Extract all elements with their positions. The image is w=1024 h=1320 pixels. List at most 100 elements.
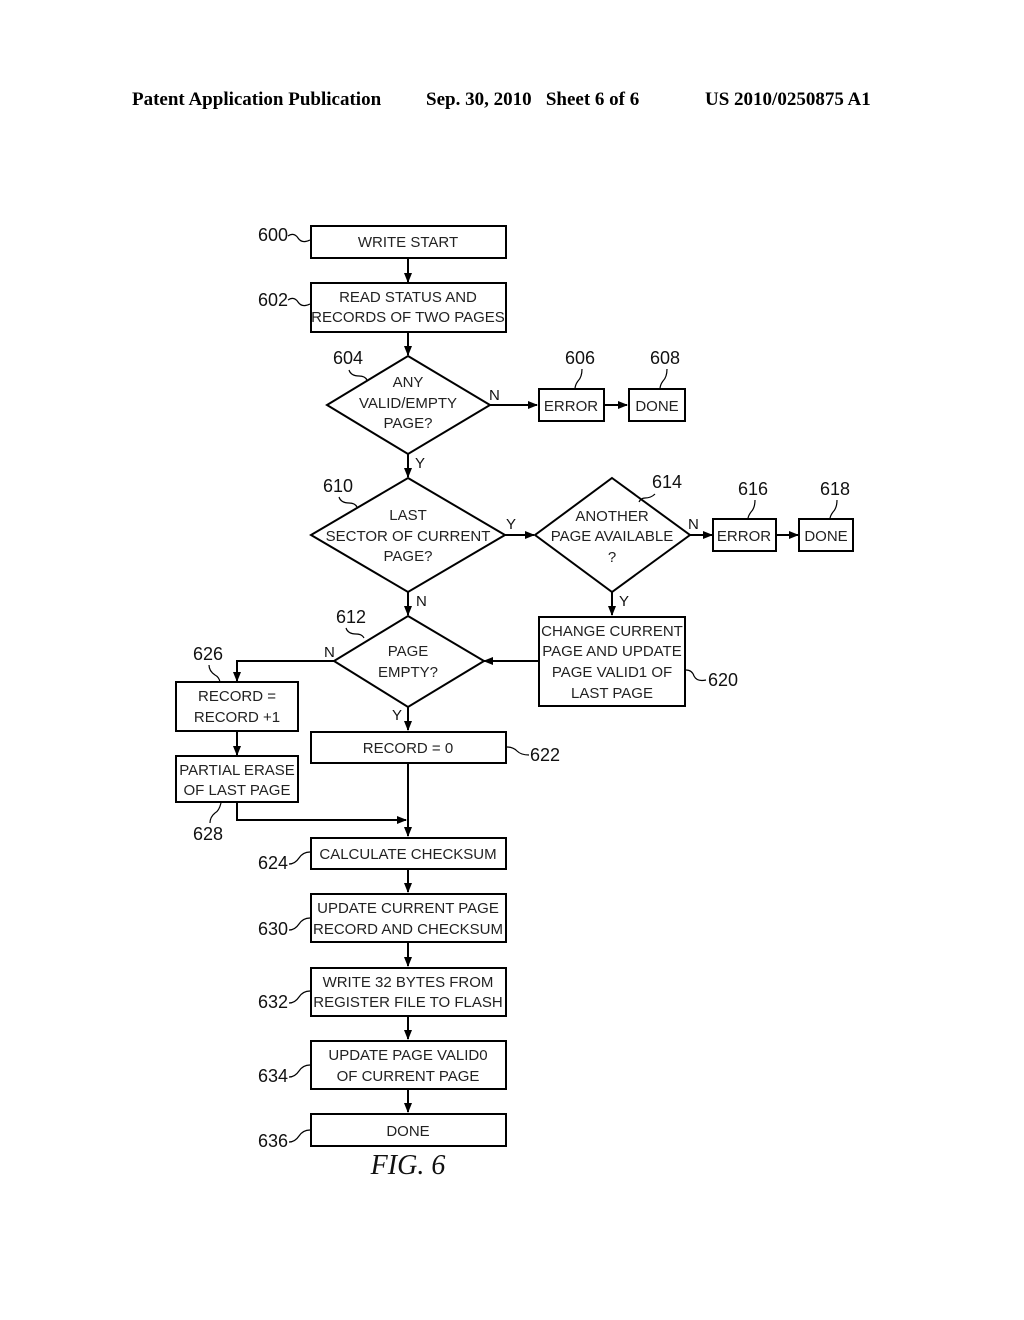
ref-632: 632 [258,992,288,1012]
label-604-no: N [489,387,500,404]
label-612-no: N [324,644,335,661]
node-text: RECORD = [198,688,276,705]
node-606-error: ERROR [538,388,605,422]
leader-630 [288,917,311,931]
node-text: PARTIAL ERASE [179,762,295,779]
label-612-yes: Y [392,707,402,724]
node-text: UPDATE CURRENT PAGE [317,900,499,917]
node-text: ANOTHER [575,508,649,525]
flowchart: N Y Y N N Y N Y WRITE START 600 READ STA… [175,225,854,1181]
ref-622: 622 [530,745,560,765]
node-text: RECORD +1 [194,709,280,726]
leader-622 [506,746,530,756]
leader-602 [287,297,311,307]
node-text: RECORD AND CHECKSUM [313,921,503,938]
leader-632 [288,990,311,1004]
ref-620: 620 [708,670,738,690]
ref-602: 602 [258,290,288,310]
node-text: DONE [635,398,678,415]
leader-628 [209,802,222,824]
node-text: EMPTY? [378,664,438,681]
node-text: WRITE 32 BYTES FROM [323,974,494,991]
node-602-read-status: READ STATUS AND RECORDS OF TWO PAGES [310,282,507,333]
node-636-done: DONE [310,1113,507,1147]
node-600-write-start: WRITE START [310,225,507,259]
node-604-any-valid-empty-page: ANY VALID/EMPTY PAGE? [325,354,492,456]
node-612-page-empty: PAGE EMPTY? [332,614,486,709]
leader-610 [338,496,358,508]
ref-608: 608 [650,348,680,368]
node-text: PAGE AVAILABLE [551,528,674,545]
node-622-record-zero: RECORD = 0 [310,731,507,764]
leader-616 [747,499,756,520]
node-text: ? [608,549,616,566]
node-608-done: DONE [628,388,686,422]
node-text: ANY [393,374,424,391]
node-text: CALCULATE CHECKSUM [319,846,496,863]
ref-610: 610 [323,476,353,496]
node-text: LAST [389,507,427,524]
leader-636 [288,1129,311,1143]
ref-624: 624 [258,853,288,873]
label-604-yes: Y [415,455,425,472]
ref-630: 630 [258,919,288,939]
node-text: LAST PAGE [571,685,653,702]
node-text: PAGE? [384,415,433,432]
leader-606 [574,368,583,390]
edge-612-626 [233,660,334,682]
leader-634 [288,1064,311,1078]
node-text: REGISTER FILE TO FLASH [313,994,503,1011]
node-text: VALID/EMPTY [359,395,457,412]
node-text: RECORDS OF TWO PAGES [311,309,505,326]
node-text: PAGE AND UPDATE [542,643,681,660]
node-618-done: DONE [798,518,854,552]
leader-618 [829,499,838,520]
node-text: WRITE START [358,234,458,251]
node-616-error: ERROR [712,518,777,552]
figure-label: FIG. 6 [370,1150,446,1181]
leader-624 [288,851,311,865]
label-614-yes: Y [619,593,629,610]
ref-612: 612 [336,607,366,627]
node-text: RECORD = 0 [363,740,453,757]
ref-628: 628 [193,824,223,844]
node-text: PAGE VALID1 OF [552,664,672,681]
node-text: SECTOR OF CURRENT [326,528,491,545]
ref-636: 636 [258,1131,288,1151]
node-630-update-current-page: UPDATE CURRENT PAGE RECORD AND CHECKSUM [310,893,507,943]
node-text: READ STATUS AND [339,289,477,306]
node-626-record-increment: RECORD = RECORD +1 [175,681,299,732]
node-634-update-page-valid0: UPDATE PAGE VALID0 OF CURRENT PAGE [310,1040,507,1090]
node-text: DONE [386,1123,429,1140]
node-620-change-current-page: CHANGE CURRENT PAGE AND UPDATE PAGE VALI… [538,616,686,707]
leader-604 [348,369,368,381]
label-610-no: N [416,593,427,610]
node-text: PAGE? [384,548,433,565]
ref-634: 634 [258,1066,288,1086]
node-628-partial-erase: PARTIAL ERASE OF LAST PAGE [175,755,299,803]
node-text: DONE [804,528,847,545]
edge-628-624 [236,802,407,824]
leader-600 [287,233,311,243]
node-text: OF LAST PAGE [184,782,291,799]
leader-612 [345,627,365,639]
node-text: OF CURRENT PAGE [337,1068,480,1085]
node-614-another-page-available: ANOTHER PAGE AVAILABLE ? [533,476,692,594]
ref-600: 600 [258,225,288,245]
node-text: PAGE [388,643,429,660]
ref-604: 604 [333,348,363,368]
ref-614: 614 [652,472,682,492]
node-632-write-32-bytes: WRITE 32 BYTES FROM REGISTER FILE TO FLA… [310,967,507,1017]
label-614-no: N [688,516,699,533]
node-text: UPDATE PAGE VALID0 [328,1047,487,1064]
node-text: ERROR [544,398,598,415]
ref-618: 618 [820,479,850,499]
ref-606: 606 [565,348,595,368]
label-610-yes: Y [506,516,516,533]
node-text: CHANGE CURRENT [541,623,683,640]
ref-616: 616 [738,479,768,499]
leader-626 [208,664,221,683]
leader-620 [685,669,707,682]
ref-626: 626 [193,644,223,664]
node-624-calculate-checksum: CALCULATE CHECKSUM [310,837,507,870]
